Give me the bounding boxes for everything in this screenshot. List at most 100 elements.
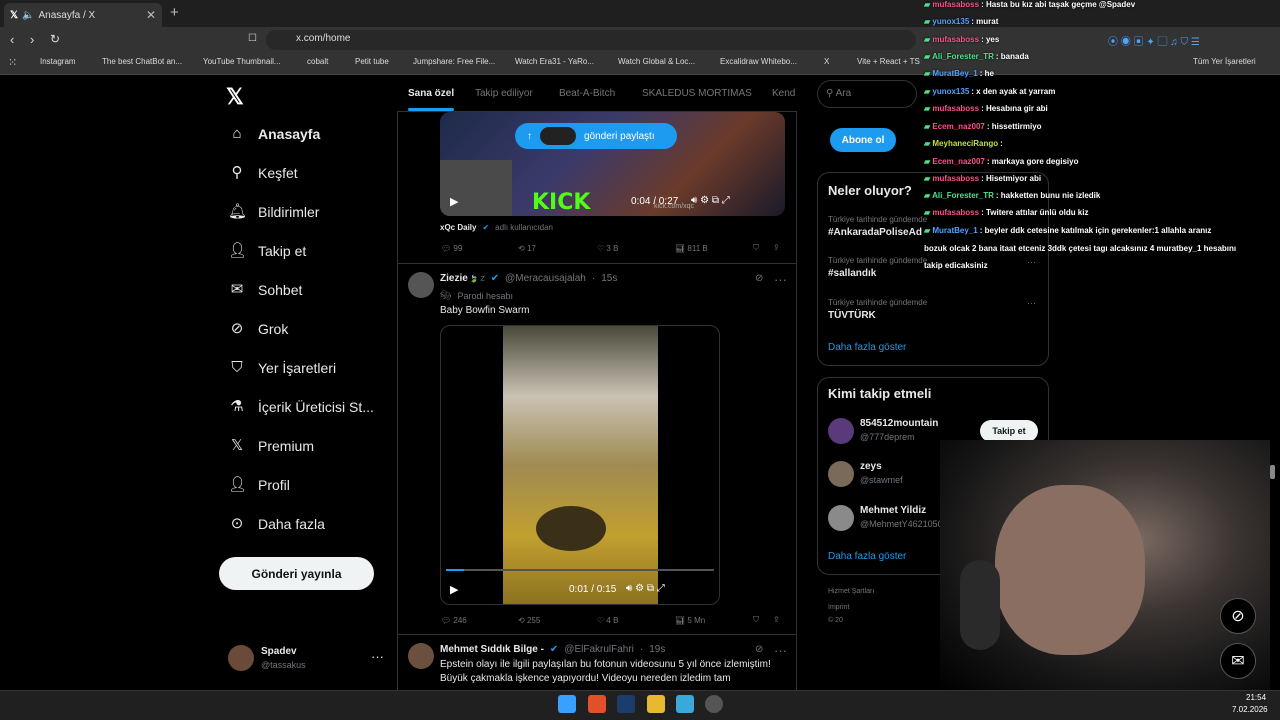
grok-icon[interactable]: ⊘ <box>755 273 763 284</box>
steam-icon[interactable] <box>617 695 635 713</box>
new-posts-toast[interactable]: ↑ gönderi paylaştı <box>515 123 677 149</box>
follow-name[interactable]: Mehmet Yildiz <box>860 505 926 516</box>
chat-username[interactable]: mufasaboss <box>932 208 979 217</box>
bookmark-item[interactable]: Petit tube <box>355 57 389 66</box>
like-button[interactable]: ♡ 3 B <box>597 244 618 253</box>
bookmark-icon[interactable]: ☐ <box>248 33 257 44</box>
chat-username[interactable]: MuratBey_1 <box>932 226 977 235</box>
show-more-link[interactable]: Daha fazla göster <box>828 342 906 353</box>
post-author-name[interactable]: Ziezie <box>440 273 468 284</box>
post-author-handle[interactable]: @Meracausajalah <box>505 273 586 284</box>
tab-list[interactable]: Kend <box>772 88 795 99</box>
chat-username[interactable]: mufasaboss <box>932 174 979 183</box>
bookmark-post-icon[interactable]: ⛉ <box>753 243 759 253</box>
brave-browser-icon[interactable] <box>588 695 606 713</box>
reload-icon[interactable]: ↻ <box>50 32 60 46</box>
trend-name[interactable]: #AnkaradaPoliseAd <box>828 227 922 238</box>
chat-username[interactable]: yunox135 <box>932 17 969 26</box>
follow-button[interactable]: Takip et <box>980 420 1038 442</box>
trend-name[interactable]: TÜVTÜRK <box>828 310 876 321</box>
windows-start-icon[interactable] <box>558 695 576 713</box>
bookmark-post-icon[interactable]: ⛉ <box>753 615 759 625</box>
app-icon[interactable] <box>705 695 723 713</box>
x-logo-icon[interactable]: 𝕏 <box>226 84 244 110</box>
like-button[interactable]: ♡ 4 B <box>597 616 618 625</box>
tab-following[interactable]: Takip ediliyor <box>475 88 533 99</box>
post-time[interactable]: 19s <box>649 644 665 655</box>
follow-name[interactable]: zeys <box>860 461 882 472</box>
post-button[interactable]: Gönderi yayınla <box>219 557 374 590</box>
post-author-name[interactable]: Mehmet Sıddık Bilge - <box>440 644 544 655</box>
avatar[interactable] <box>828 505 854 531</box>
close-tab-icon[interactable]: ✕ <box>146 8 156 22</box>
bookmark-item[interactable]: cobalt <box>307 57 328 66</box>
more-icon[interactable]: ··· <box>774 643 787 658</box>
source-name[interactable]: xQc Daily <box>440 223 476 232</box>
follow-name[interactable]: 854512mountain <box>860 418 938 429</box>
tab-list[interactable]: SKALEDUS MORTIMAS <box>642 88 752 99</box>
nav-item-profile[interactable]: 👤︎ Profil <box>228 476 290 494</box>
show-more-link[interactable]: Daha fazla göster <box>828 551 906 562</box>
chat-username[interactable]: Ecem_naz007 <box>932 122 984 131</box>
avatar[interactable] <box>828 461 854 487</box>
bookmark-item[interactable]: Watch Era31 - YaRo... <box>515 57 594 66</box>
nav-item-more[interactable]: ⊙ Daha fazla <box>228 515 325 533</box>
bookmark-item[interactable]: The best ChatBot an... <box>102 57 182 66</box>
chat-username[interactable]: Ali_Forester_TR <box>932 52 994 61</box>
trend-name[interactable]: #sallandık <box>828 268 876 279</box>
nav-item-notifications[interactable]: 🔔︎ Bildirimler <box>228 203 319 221</box>
bookmark-item[interactable]: Watch Global & Loc... <box>618 57 695 66</box>
views-button[interactable]: 📊︎ 5 Mn <box>675 616 705 625</box>
back-icon[interactable]: ‹ <box>10 32 14 47</box>
search-input[interactable]: ⚲ Ara <box>817 80 917 108</box>
chat-username[interactable]: MuratBey_1 <box>932 69 977 78</box>
avatar[interactable] <box>408 643 434 669</box>
nav-item-grok[interactable]: ⊘ Grok <box>228 320 289 338</box>
chat-username[interactable]: mufasaboss <box>932 0 979 9</box>
share-icon[interactable]: ⇪ <box>773 243 780 252</box>
subscribe-button[interactable]: Abone ol <box>830 128 896 152</box>
nav-item-follow[interactable]: 👤︎ Takip et <box>228 242 306 260</box>
repost-button[interactable]: ⟲ 17 <box>518 244 536 253</box>
footer-link[interactable]: Imprint <box>828 604 849 611</box>
nav-item-premium[interactable]: 𝕏 Premium <box>228 437 314 455</box>
nav-item-home[interactable]: ⌂ Anasayfa <box>228 125 320 143</box>
messages-float-icon[interactable]: ✉ <box>1220 643 1256 679</box>
reply-button[interactable]: 💬︎ 99 <box>441 244 462 253</box>
chat-username[interactable]: mufasaboss <box>932 35 979 44</box>
all-bookmarks[interactable]: Tüm Yer İşaretleri <box>1193 57 1256 66</box>
video-player-2[interactable] <box>440 325 720 605</box>
chat-username[interactable]: MeyhaneciRango <box>932 139 998 148</box>
grok-float-icon[interactable]: ⊘ <box>1220 598 1256 634</box>
bookmark-item[interactable]: X <box>824 57 829 66</box>
forward-icon[interactable]: › <box>30 32 34 47</box>
more-icon[interactable]: ··· <box>774 272 787 287</box>
tab-for-you[interactable]: Sana özel <box>408 88 454 99</box>
progress-track[interactable] <box>446 569 714 571</box>
nav-item-creator-studio[interactable]: ⚗ İçerik Üreticisi St... <box>228 398 374 416</box>
file-explorer-icon[interactable] <box>647 695 665 713</box>
url-input[interactable]: x.com/home <box>266 30 916 50</box>
chat-username[interactable]: Ecem_naz007 <box>932 157 984 166</box>
account-menu-icon[interactable]: ··· <box>371 649 384 664</box>
avatar[interactable] <box>408 272 434 298</box>
tab-list[interactable]: Beat-A-Bitch <box>559 88 615 99</box>
browser-tab[interactable]: 𝕏 🔈 Anasayfa / X ✕ <box>4 3 162 27</box>
reply-button[interactable]: 💬︎ 246 <box>441 616 467 625</box>
chat-username[interactable]: Ali_Forester_TR <box>932 191 994 200</box>
trend-more-icon[interactable]: ··· <box>1027 298 1036 308</box>
apps-grid-icon[interactable]: ⁙ <box>8 56 17 69</box>
app-icon[interactable] <box>676 695 694 713</box>
nav-item-bookmarks[interactable]: ⛉ Yer İşaretleri <box>228 359 336 377</box>
repost-button[interactable]: ⟲ 255 <box>518 616 540 625</box>
nav-item-messages[interactable]: ✉ Sohbet <box>228 281 303 299</box>
bookmark-item[interactable]: YouTube Thumbnail... <box>203 57 281 66</box>
trend-more-icon[interactable]: ··· <box>1027 257 1036 267</box>
views-button[interactable]: 📊︎ 811 B <box>675 244 708 253</box>
new-tab-button[interactable]: + <box>170 4 179 21</box>
scrollbar-thumb[interactable] <box>1270 465 1275 479</box>
post-time[interactable]: 15s <box>601 273 617 284</box>
chat-username[interactable]: yunox135 <box>932 87 969 96</box>
play-icon[interactable]: ▶ <box>450 583 458 596</box>
bookmark-item[interactable]: Instagram <box>40 57 76 66</box>
